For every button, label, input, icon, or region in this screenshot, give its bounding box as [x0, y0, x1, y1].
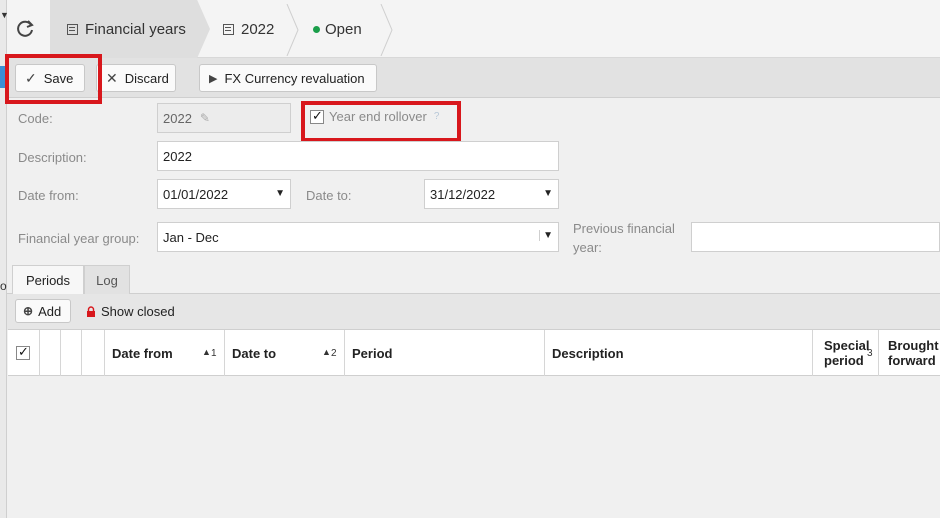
grid-column-blank [40, 330, 61, 376]
add-period-button[interactable]: ⊕ Add [15, 299, 71, 323]
prev-fy-label: Previous financial [573, 221, 675, 236]
sort-order: 1 [211, 348, 217, 359]
show-closed-label: Show closed [101, 304, 175, 319]
code-label: Code: [18, 111, 53, 126]
previous-financial-year-field[interactable] [691, 222, 940, 252]
lock-icon [87, 306, 95, 317]
tab-label: Log [96, 272, 118, 288]
tab-log[interactable]: Log [84, 265, 130, 294]
column-description[interactable]: Description [545, 330, 813, 376]
add-label: Add [38, 303, 62, 319]
help-icon[interactable]: ? [434, 111, 440, 122]
description-value: 2022 [163, 148, 192, 164]
column-date-to[interactable]: Date to ▲ 2 [225, 330, 345, 376]
dropdown-arrow-icon[interactable]: ▼ [539, 230, 553, 241]
play-icon: ▶ [209, 72, 218, 85]
grid-column-blank [61, 330, 82, 376]
tab-label: Periods [25, 272, 71, 288]
column-label: Special [824, 338, 870, 353]
year-end-rollover-label: Year end rollover [329, 109, 427, 124]
breadcrumb-label: 2022 [241, 20, 275, 38]
dropdown-arrow-icon[interactable]: ▼ [543, 188, 553, 199]
sort-order: 3 [867, 348, 873, 359]
date-from-value: 01/01/2022 [163, 186, 229, 202]
description-field[interactable]: 2022 [157, 141, 559, 171]
select-all-column[interactable]: ✓ [8, 330, 40, 376]
calendar-icon [223, 23, 234, 35]
date-from-field[interactable]: 01/01/2022 ▼ [157, 179, 291, 209]
description-label: Description: [18, 150, 87, 165]
date-to-label: Date to: [306, 188, 352, 203]
column-brought-forward[interactable]: Brought forward [879, 330, 940, 376]
fy-group-label: Financial year group: [18, 231, 140, 246]
status-dot-icon [313, 25, 320, 33]
breadcrumb-status[interactable]: Open [297, 0, 392, 58]
fx-label: FX Currency revaluation [224, 70, 365, 86]
code-value: 2022 [163, 110, 192, 126]
fy-group-select[interactable]: Jan - Dec ▼ [157, 222, 559, 252]
sort-asc-icon: ▲ [322, 347, 331, 357]
year-end-rollover-checkbox[interactable]: ✓ Year end rollover ? [310, 107, 440, 124]
prev-fy-label-cont: year: [573, 240, 602, 255]
refresh-icon[interactable] [14, 18, 36, 40]
breadcrumb-label: Financial years [85, 20, 186, 38]
column-label: Description [552, 345, 624, 361]
column-label: Period [352, 345, 393, 361]
close-icon: ✕ [106, 69, 118, 86]
column-special-period[interactable]: Special period 3 [813, 330, 879, 376]
checkbox-icon: ✓ [310, 107, 324, 124]
select-all-checkbox-icon[interactable]: ✓ [16, 344, 30, 360]
breadcrumb-financial-years[interactable]: Financial years [50, 0, 210, 58]
column-label: Date from [112, 345, 173, 361]
highlight-save [5, 54, 102, 104]
dropdown-arrow-icon[interactable]: ▼ [275, 188, 285, 199]
column-label: Brought [888, 338, 939, 353]
column-label: Date to [232, 345, 277, 361]
fx-currency-revaluation-button[interactable]: ▶ FX Currency revaluation [199, 64, 377, 92]
breadcrumb-year[interactable]: 2022 [205, 0, 297, 58]
pencil-icon: ✎ [199, 111, 210, 125]
sort-asc-icon: ▲ [202, 347, 211, 357]
discard-button[interactable]: ✕ Discard [96, 64, 176, 92]
column-label-cont: period [824, 353, 864, 368]
date-from-label: Date from: [18, 188, 79, 203]
breadcrumb-separator [380, 4, 393, 56]
calendar-icon [67, 23, 78, 35]
column-period[interactable]: Period [345, 330, 545, 376]
sort-order: 2 [331, 348, 337, 359]
discard-label: Discard [124, 70, 169, 86]
fy-group-value: Jan - Dec [163, 229, 219, 245]
breadcrumb-label: Open [325, 20, 362, 38]
column-label-cont: forward [888, 353, 936, 368]
date-to-value: 31/12/2022 [430, 186, 496, 202]
show-closed-toggle[interactable]: Show closed [86, 304, 175, 319]
edge-glyph: o [0, 279, 7, 293]
periods-grid-header: ✓ Date from ▲ 1 Date to ▲ 2 Period Descr… [8, 329, 940, 376]
add-circle-icon: ⊕ [23, 304, 34, 318]
date-to-field[interactable]: 31/12/2022 ▼ [424, 179, 559, 209]
column-date-from[interactable]: Date from ▲ 1 [105, 330, 225, 376]
tab-periods[interactable]: Periods [12, 265, 84, 294]
grid-column-blank [82, 330, 105, 376]
code-field: 2022 ✎ [157, 103, 291, 133]
